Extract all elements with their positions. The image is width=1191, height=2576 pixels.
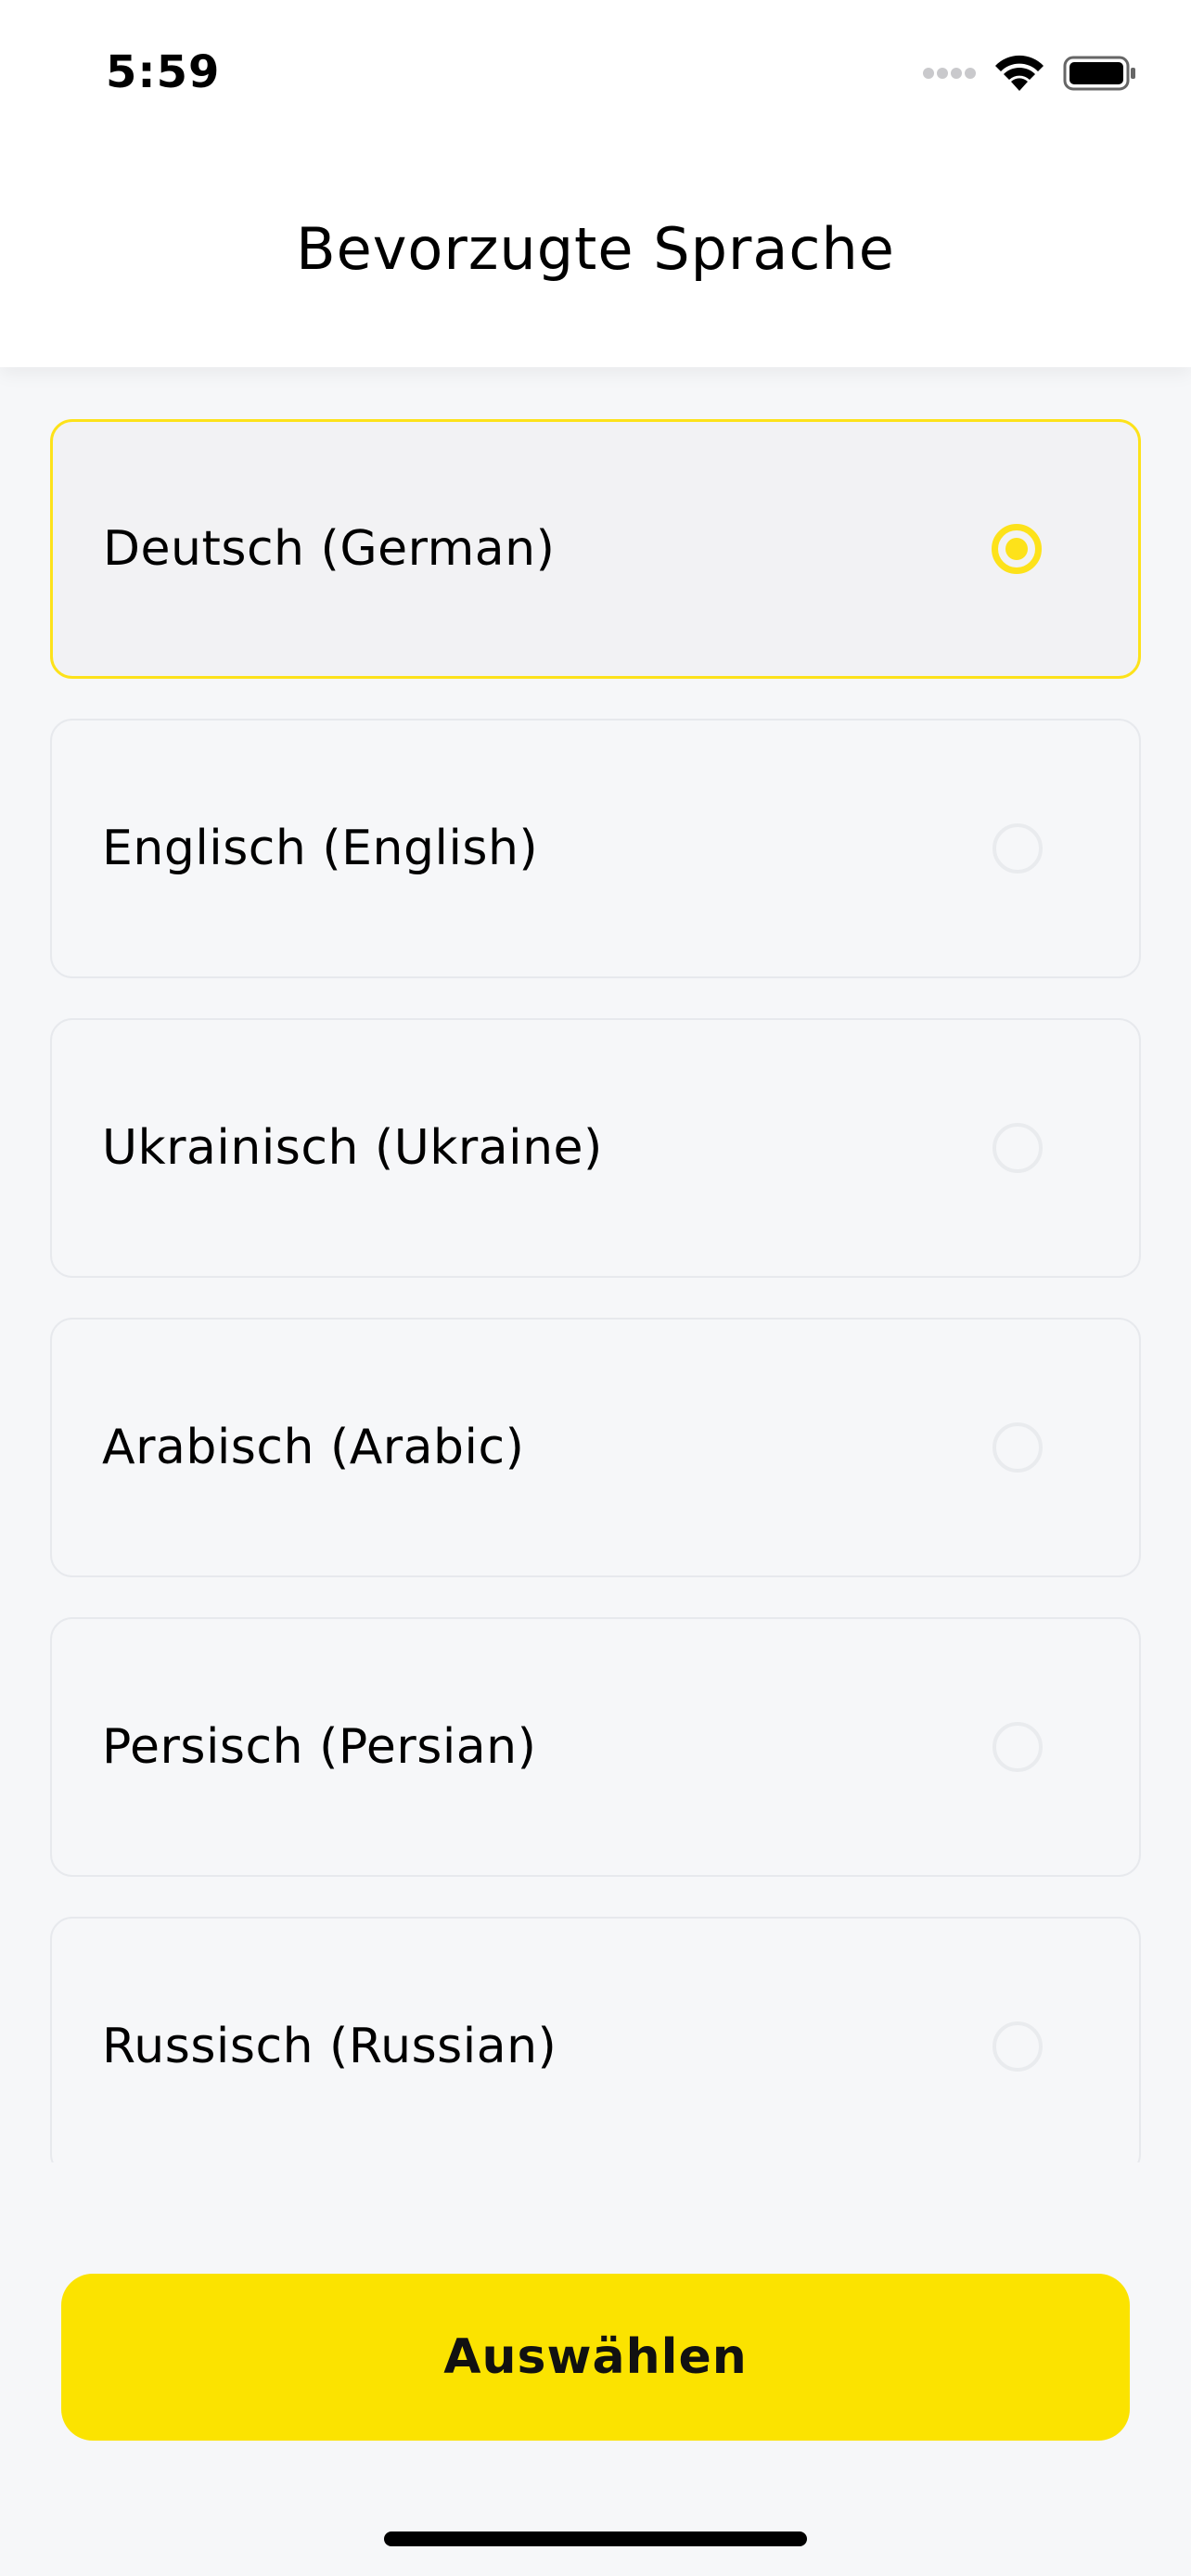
- language-option-persian[interactable]: Persisch (Persian): [50, 1617, 1141, 1877]
- language-option-label: Ukrainisch (Ukraine): [102, 1120, 603, 1176]
- radio-unchecked-icon[interactable]: [992, 2021, 1043, 2072]
- radio-unchecked-icon[interactable]: [992, 1422, 1043, 1473]
- language-option-ukrainian[interactable]: Ukrainisch (Ukraine): [50, 1018, 1141, 1278]
- language-option-label: Englisch (English): [102, 821, 539, 876]
- header: 5:59 Bevorzugte Sprache: [0, 0, 1191, 367]
- radio-unchecked-icon[interactable]: [992, 1123, 1043, 1173]
- language-option-german[interactable]: Deutsch (German): [50, 419, 1141, 679]
- page-title: Bevorzugte Sprache: [296, 215, 895, 283]
- language-option-label: Russisch (Russian): [102, 2019, 557, 2074]
- language-option-arabic[interactable]: Arabisch (Arabic): [50, 1318, 1141, 1577]
- radio-unchecked-icon[interactable]: [992, 823, 1043, 874]
- language-option-russian[interactable]: Russisch (Russian): [50, 1917, 1141, 2162]
- status-time: 5:59: [106, 46, 221, 98]
- home-indicator: [384, 2531, 807, 2546]
- language-option-english[interactable]: Englisch (English): [50, 719, 1141, 978]
- wifi-icon: [995, 55, 1044, 91]
- radio-checked-icon[interactable]: [992, 524, 1042, 574]
- battery-icon: [1063, 56, 1135, 91]
- language-list: Deutsch (German) Englisch (English) Ukra…: [50, 419, 1141, 2162]
- cellular-signal-icon: [923, 68, 976, 79]
- select-button[interactable]: Auswählen: [61, 2274, 1130, 2441]
- language-option-label: Arabisch (Arabic): [102, 1420, 525, 1475]
- language-option-label: Persisch (Persian): [102, 1719, 537, 1775]
- language-option-label: Deutsch (German): [103, 521, 556, 577]
- status-icons: [922, 54, 1137, 93]
- radio-unchecked-icon[interactable]: [992, 1722, 1043, 1772]
